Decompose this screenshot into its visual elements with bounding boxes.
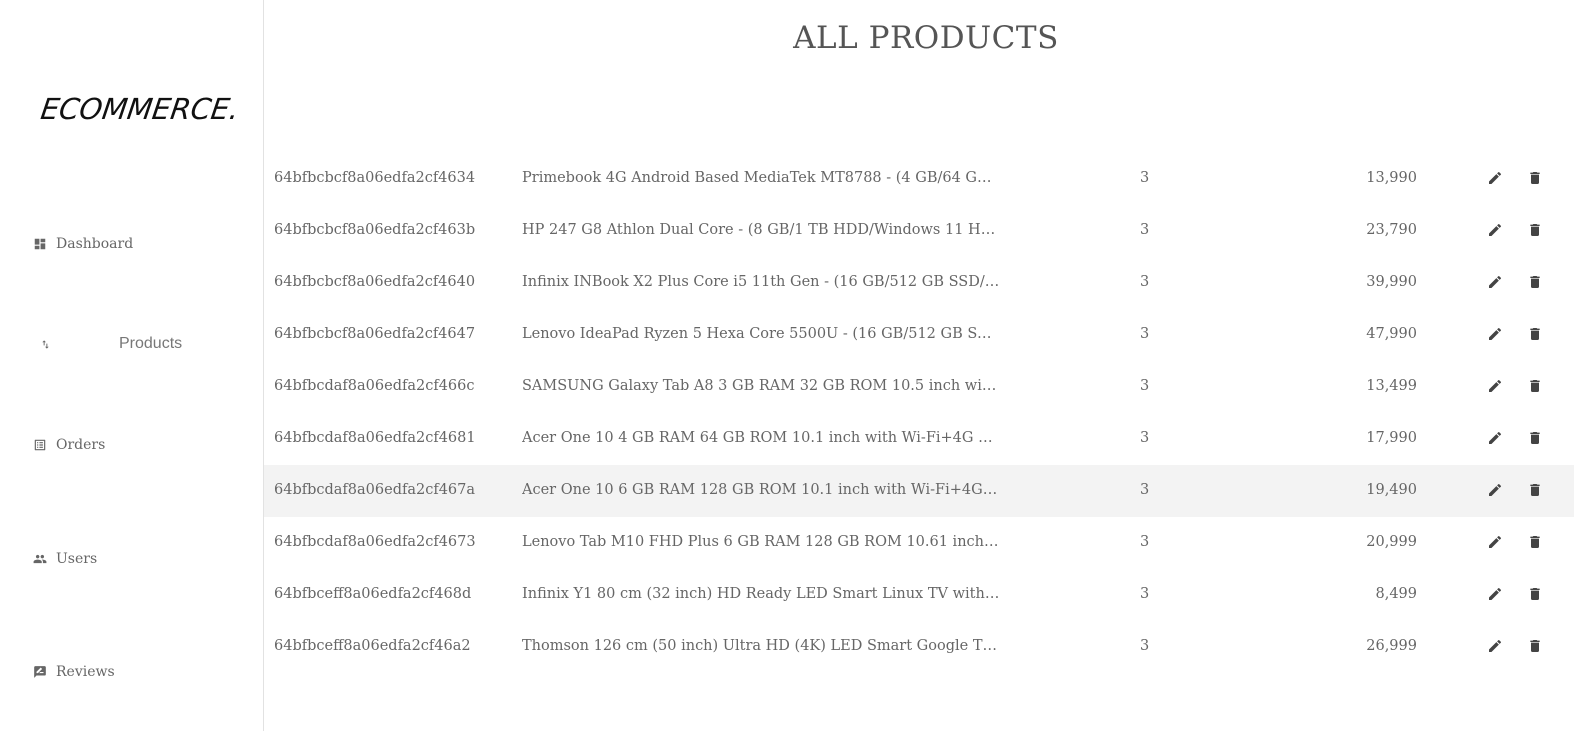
product-name: Infinix Y1 80 cm (32 inch) HD Ready LED … <box>522 586 1000 602</box>
product-name: SAMSUNG Galaxy Tab A8 3 GB RAM 32 GB ROM… <box>522 378 1000 394</box>
sidebar-item-products[interactable]: Products <box>40 335 182 353</box>
product-name: Primebook 4G Android Based MediaTek MT87… <box>522 170 1000 186</box>
import-export-icon <box>42 339 49 349</box>
table-row[interactable]: 64bfbcdaf8a06edfa2cf4673 Lenovo Tab M10 F… <box>264 517 1574 569</box>
product-price: 23,790 <box>1366 222 1417 238</box>
edit-icon[interactable] <box>1487 586 1503 602</box>
product-id: 64bfbcbcf8a06edfa2cf463b <box>274 222 476 238</box>
edit-icon[interactable] <box>1487 534 1503 550</box>
table-row[interactable]: 64bfbceff8a06edfa2cf468d Infinix Y1 80 cm… <box>264 569 1574 621</box>
product-id: 64bfbcdaf8a06edfa2cf4673 <box>274 534 476 550</box>
edit-icon[interactable] <box>1487 326 1503 342</box>
table-row[interactable]: 64bfbcbcf8a06edfa2cf4634 Primebook 4G And… <box>264 153 1574 205</box>
product-stock: 3 <box>1140 378 1150 394</box>
people-icon <box>33 554 47 564</box>
product-name: Lenovo IdeaPad Ryzen 5 Hexa Core 5500U -… <box>522 326 1000 342</box>
logo[interactable]: ECOMMERCE. <box>39 92 241 126</box>
sidebar-item-label: Orders <box>56 437 106 453</box>
product-price: 17,990 <box>1366 430 1417 446</box>
sidebar-item-dashboard[interactable]: Dashboard <box>33 236 133 252</box>
delete-icon[interactable] <box>1527 430 1543 446</box>
delete-icon[interactable] <box>1527 378 1543 394</box>
list-alt-icon <box>34 439 46 451</box>
table-row[interactable]: 64bfbcdaf8a06edfa2cf4681 Acer One 10 4 GB… <box>264 413 1574 465</box>
product-stock: 3 <box>1140 326 1150 342</box>
product-id: 64bfbcbcf8a06edfa2cf4640 <box>274 274 476 290</box>
product-name: Lenovo Tab M10 FHD Plus 6 GB RAM 128 GB … <box>522 534 1000 550</box>
product-price: 19,490 <box>1366 482 1417 498</box>
product-stock: 3 <box>1140 274 1150 290</box>
product-id: 64bfbceff8a06edfa2cf468d <box>274 586 472 602</box>
edit-icon[interactable] <box>1487 638 1503 654</box>
delete-icon[interactable] <box>1527 274 1543 290</box>
dashboard-icon <box>34 238 46 250</box>
product-price: 39,990 <box>1366 274 1417 290</box>
table-row[interactable]: 64bfbceff8a06edfa2cf46a2 Thomson 126 cm (… <box>264 621 1574 673</box>
product-price: 20,999 <box>1366 534 1417 550</box>
product-id: 64bfbcbcf8a06edfa2cf4634 <box>274 170 476 186</box>
product-name: Acer One 10 4 GB RAM 64 GB ROM 10.1 inch… <box>522 430 1000 446</box>
product-name: Infinix INBook X2 Plus Core i5 11th Gen … <box>522 274 1000 290</box>
table-row[interactable]: 64bfbcbcf8a06edfa2cf4640 Infinix INBook X… <box>264 257 1574 309</box>
edit-icon[interactable] <box>1487 378 1503 394</box>
product-name: Acer One 10 6 GB RAM 128 GB ROM 10.1 inc… <box>522 482 1000 498</box>
delete-icon[interactable] <box>1527 170 1543 186</box>
page-title: ALL PRODUCTS <box>793 20 1059 56</box>
product-stock: 3 <box>1140 222 1150 238</box>
delete-icon[interactable] <box>1527 638 1543 654</box>
sidebar-item-label: Users <box>56 551 98 567</box>
product-id: 64bfbcdaf8a06edfa2cf466c <box>274 378 475 394</box>
product-stock: 3 <box>1140 430 1150 446</box>
product-stock: 3 <box>1140 482 1150 498</box>
product-price: 13,990 <box>1366 170 1417 186</box>
rate-review-icon <box>34 666 46 678</box>
sidebar-item-label: Products <box>119 335 183 352</box>
product-name: Thomson 126 cm (50 inch) Ultra HD (4K) L… <box>522 638 1000 654</box>
table-row[interactable]: 64bfbcdaf8a06edfa2cf467a Acer One 10 6 GB… <box>264 465 1574 517</box>
table-row[interactable]: 64bfbcbcf8a06edfa2cf463b HP 247 G8 Athlon… <box>264 205 1574 257</box>
table-row[interactable]: 64bfbcdaf8a06edfa2cf466c SAMSUNG Galaxy T… <box>264 361 1574 413</box>
product-stock: 3 <box>1140 638 1150 654</box>
main-content: ALL PRODUCTS 64bfbcbcf8a06edfa2cf4634 Pri… <box>264 0 1574 731</box>
product-stock: 3 <box>1140 586 1150 602</box>
edit-icon[interactable] <box>1487 170 1503 186</box>
edit-icon[interactable] <box>1487 274 1503 290</box>
edit-icon[interactable] <box>1487 430 1503 446</box>
product-id: 64bfbcdaf8a06edfa2cf4681 <box>274 430 476 446</box>
sidebar-item-orders[interactable]: Orders <box>33 437 105 453</box>
delete-icon[interactable] <box>1527 586 1543 602</box>
sidebar-item-users[interactable]: Users <box>33 551 97 567</box>
edit-icon[interactable] <box>1487 222 1503 238</box>
delete-icon[interactable] <box>1527 482 1543 498</box>
edit-icon[interactable] <box>1487 482 1503 498</box>
products-table: 64bfbcbcf8a06edfa2cf4634 Primebook 4G And… <box>264 153 1574 673</box>
product-id: 64bfbcdaf8a06edfa2cf467a <box>274 482 476 498</box>
product-stock: 3 <box>1140 534 1150 550</box>
product-stock: 3 <box>1140 170 1150 186</box>
delete-icon[interactable] <box>1527 326 1543 342</box>
product-price: 26,999 <box>1366 638 1417 654</box>
sidebar-item-label: Dashboard <box>56 236 134 252</box>
product-name: HP 247 G8 Athlon Dual Core - (8 GB/1 TB … <box>522 222 1000 238</box>
product-price: 47,990 <box>1366 326 1417 342</box>
delete-icon[interactable] <box>1527 534 1543 550</box>
table-row[interactable]: 64bfbcbcf8a06edfa2cf4647 Lenovo IdeaPad R… <box>264 309 1574 361</box>
sidebar: ECOMMERCE. Dashboard Products Orders Use… <box>0 0 264 731</box>
product-id: 64bfbceff8a06edfa2cf46a2 <box>274 638 471 654</box>
product-price: 8,499 <box>1375 586 1417 602</box>
product-price: 13,499 <box>1366 378 1417 394</box>
product-id: 64bfbcbcf8a06edfa2cf4647 <box>274 326 476 342</box>
sidebar-item-reviews[interactable]: Reviews <box>33 664 115 680</box>
delete-icon[interactable] <box>1527 222 1543 238</box>
sidebar-item-label: Reviews <box>56 664 115 680</box>
